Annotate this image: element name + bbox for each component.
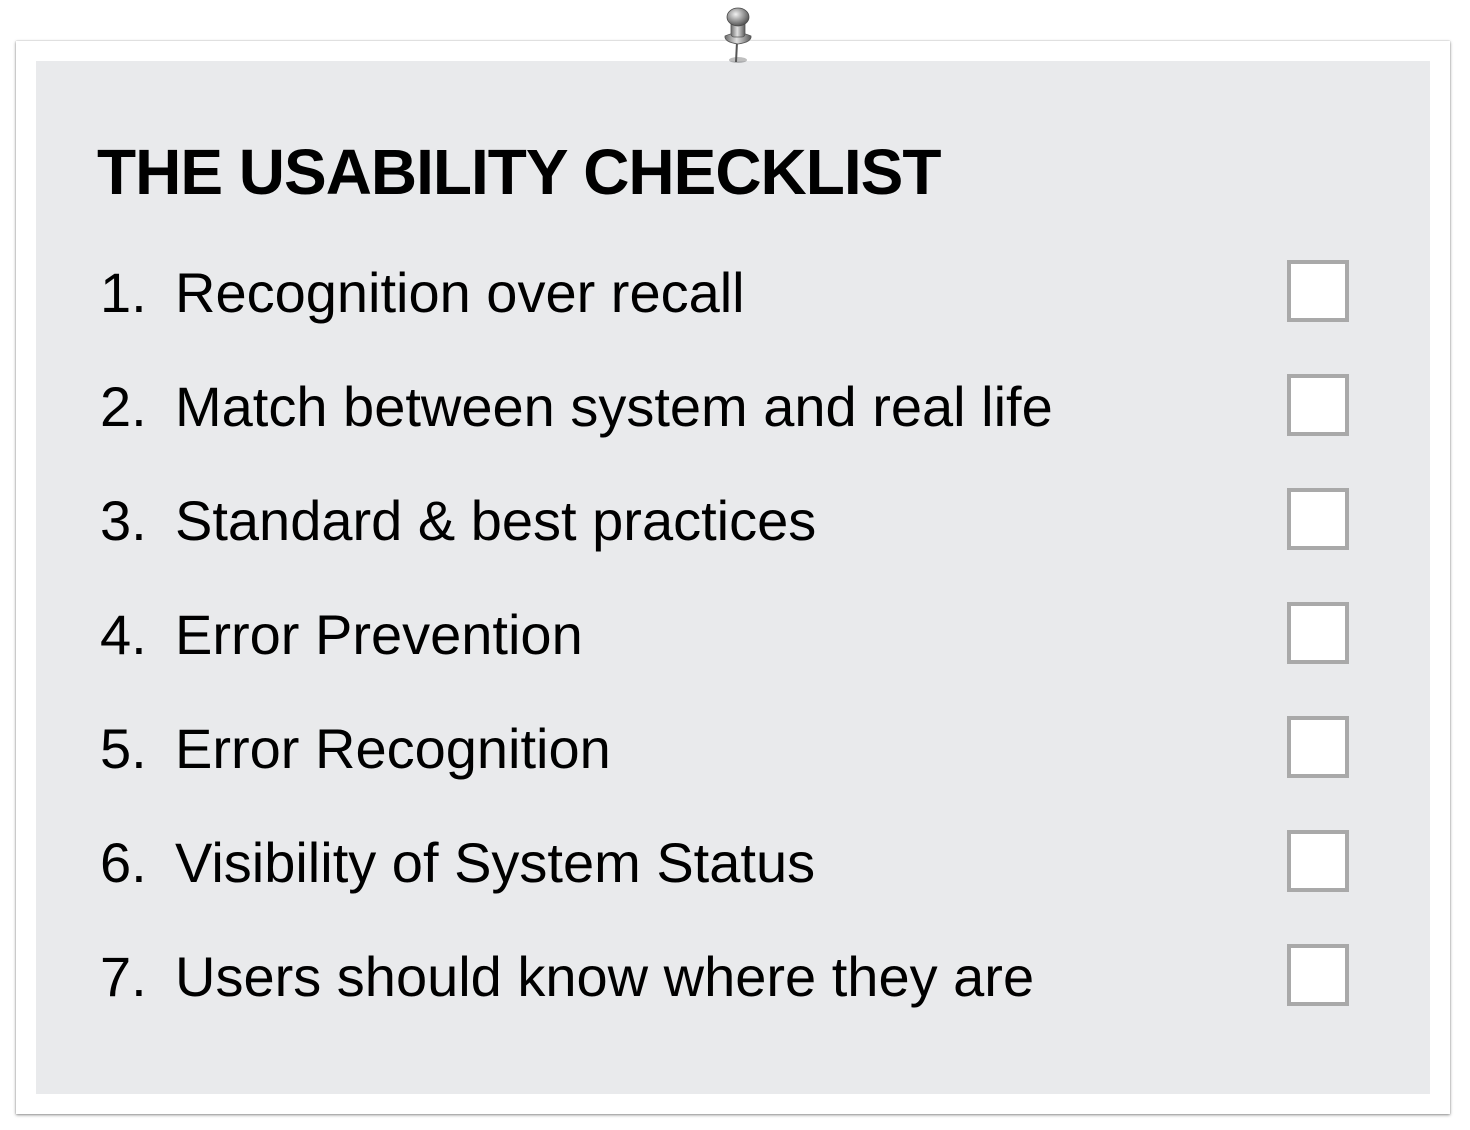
item-number: 3. bbox=[100, 489, 147, 552]
item-number: 5. bbox=[100, 717, 147, 780]
item-label: Recognition over recall bbox=[175, 261, 745, 324]
item-checkbox[interactable] bbox=[1287, 602, 1349, 664]
checklist-item: 7. Users should know where they are bbox=[100, 922, 1360, 1036]
item-label: Standard & best practices bbox=[175, 489, 817, 552]
item-label: Error Prevention bbox=[175, 603, 583, 666]
item-checkbox[interactable] bbox=[1287, 260, 1349, 322]
checklist-item: 6. Visibility of System Status bbox=[100, 808, 1360, 922]
item-label: Users should know where they are bbox=[175, 945, 1035, 1008]
push-pin-icon bbox=[724, 7, 752, 63]
item-label: Match between system and real life bbox=[175, 375, 1053, 438]
item-number: 2. bbox=[100, 375, 147, 438]
item-checkbox[interactable] bbox=[1287, 374, 1349, 436]
item-checkbox[interactable] bbox=[1287, 488, 1349, 550]
item-label: Visibility of System Status bbox=[175, 831, 816, 894]
item-checkbox[interactable] bbox=[1287, 944, 1349, 1006]
item-checkbox[interactable] bbox=[1287, 716, 1349, 778]
item-number: 7. bbox=[100, 945, 147, 1008]
item-number: 1. bbox=[100, 261, 147, 324]
checklist-items: 1. Recognition over recall 2. Match betw… bbox=[100, 238, 1360, 1036]
checklist-item: 1. Recognition over recall bbox=[100, 238, 1360, 352]
checklist-title: THE USABILITY CHECKLIST bbox=[97, 136, 941, 208]
checklist-item: 3. Standard & best practices bbox=[100, 466, 1360, 580]
item-number: 4. bbox=[100, 603, 147, 666]
item-number: 6. bbox=[100, 831, 147, 894]
item-label: Error Recognition bbox=[175, 717, 611, 780]
checklist-item: 4. Error Prevention bbox=[100, 580, 1360, 694]
item-checkbox[interactable] bbox=[1287, 830, 1349, 892]
checklist-item: 2. Match between system and real life bbox=[100, 352, 1360, 466]
checklist-item: 5. Error Recognition bbox=[100, 694, 1360, 808]
